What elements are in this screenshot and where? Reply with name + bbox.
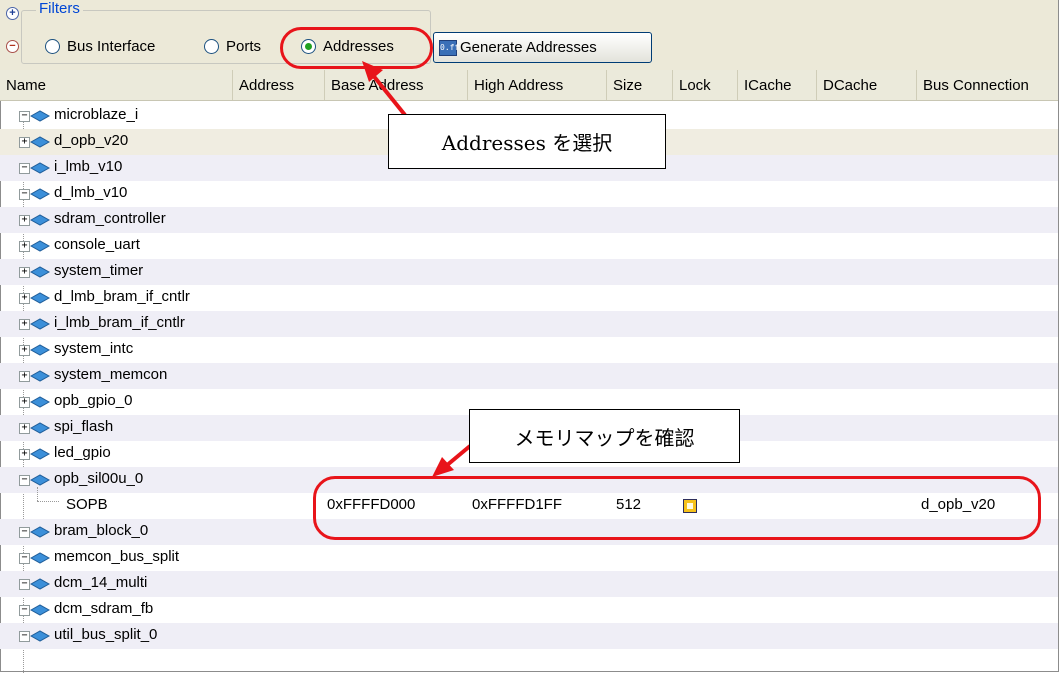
annotation-arrows — [362, 61, 472, 477]
select-addresses-callout: Addresses を選択 — [388, 114, 666, 169]
confirm-memory-map-callout: メモリマップを確認 — [469, 409, 740, 463]
arrow-head-icon — [362, 61, 383, 82]
